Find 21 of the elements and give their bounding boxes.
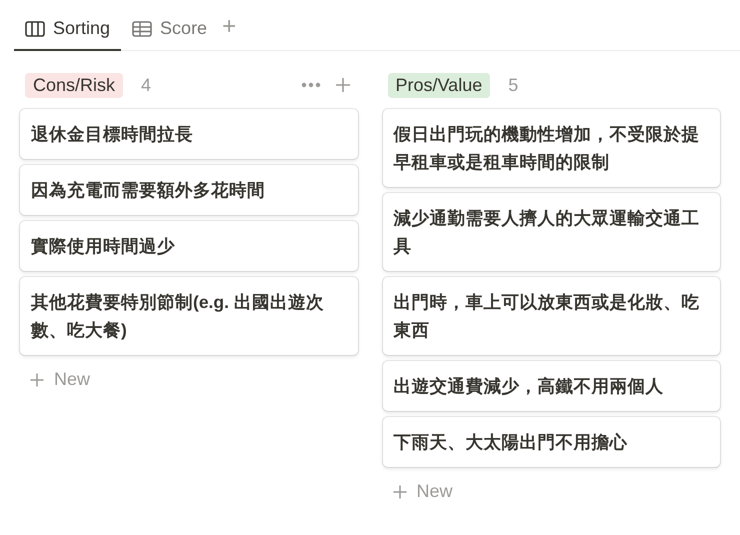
card[interactable]: 假日出門玩的機動性增加，不受限於提早租車或是租車時間的限制 — [382, 109, 720, 187]
card[interactable]: 實際使用時間過少 — [20, 221, 358, 271]
card[interactable]: 出門時，車上可以放東西或是化妝、吃東西 — [382, 277, 720, 355]
board-icon — [25, 20, 45, 38]
card[interactable]: 因為充電而需要額外多花時間 — [20, 165, 358, 215]
view-tab[interactable]: Score — [121, 12, 218, 51]
group-tag: Cons/Risk — [25, 72, 124, 98]
card[interactable]: 其他花費要特別節制(e.g. 出國出遊次數、吃大餐) — [20, 277, 358, 355]
table-icon — [132, 20, 152, 38]
card[interactable]: 退休金目標時間拉長 — [20, 109, 358, 159]
plus-icon[interactable] — [334, 77, 350, 93]
plus-icon — [392, 484, 406, 498]
card[interactable]: 減少通勤需要人擠人的大眾運輸交通工具 — [382, 193, 720, 271]
more-icon[interactable] — [300, 82, 320, 88]
group-count: 4 — [141, 74, 152, 96]
group-tag: Pros/Value — [388, 72, 490, 98]
group-count: 5 — [508, 74, 518, 96]
plus-icon — [30, 372, 44, 386]
card[interactable]: 出遊交通費減少，高鐵不用兩個人 — [382, 361, 720, 411]
view-tab[interactable]: Sorting — [14, 12, 122, 51]
card[interactable]: 下雨天、大太陽出門不用擔心 — [382, 417, 720, 467]
